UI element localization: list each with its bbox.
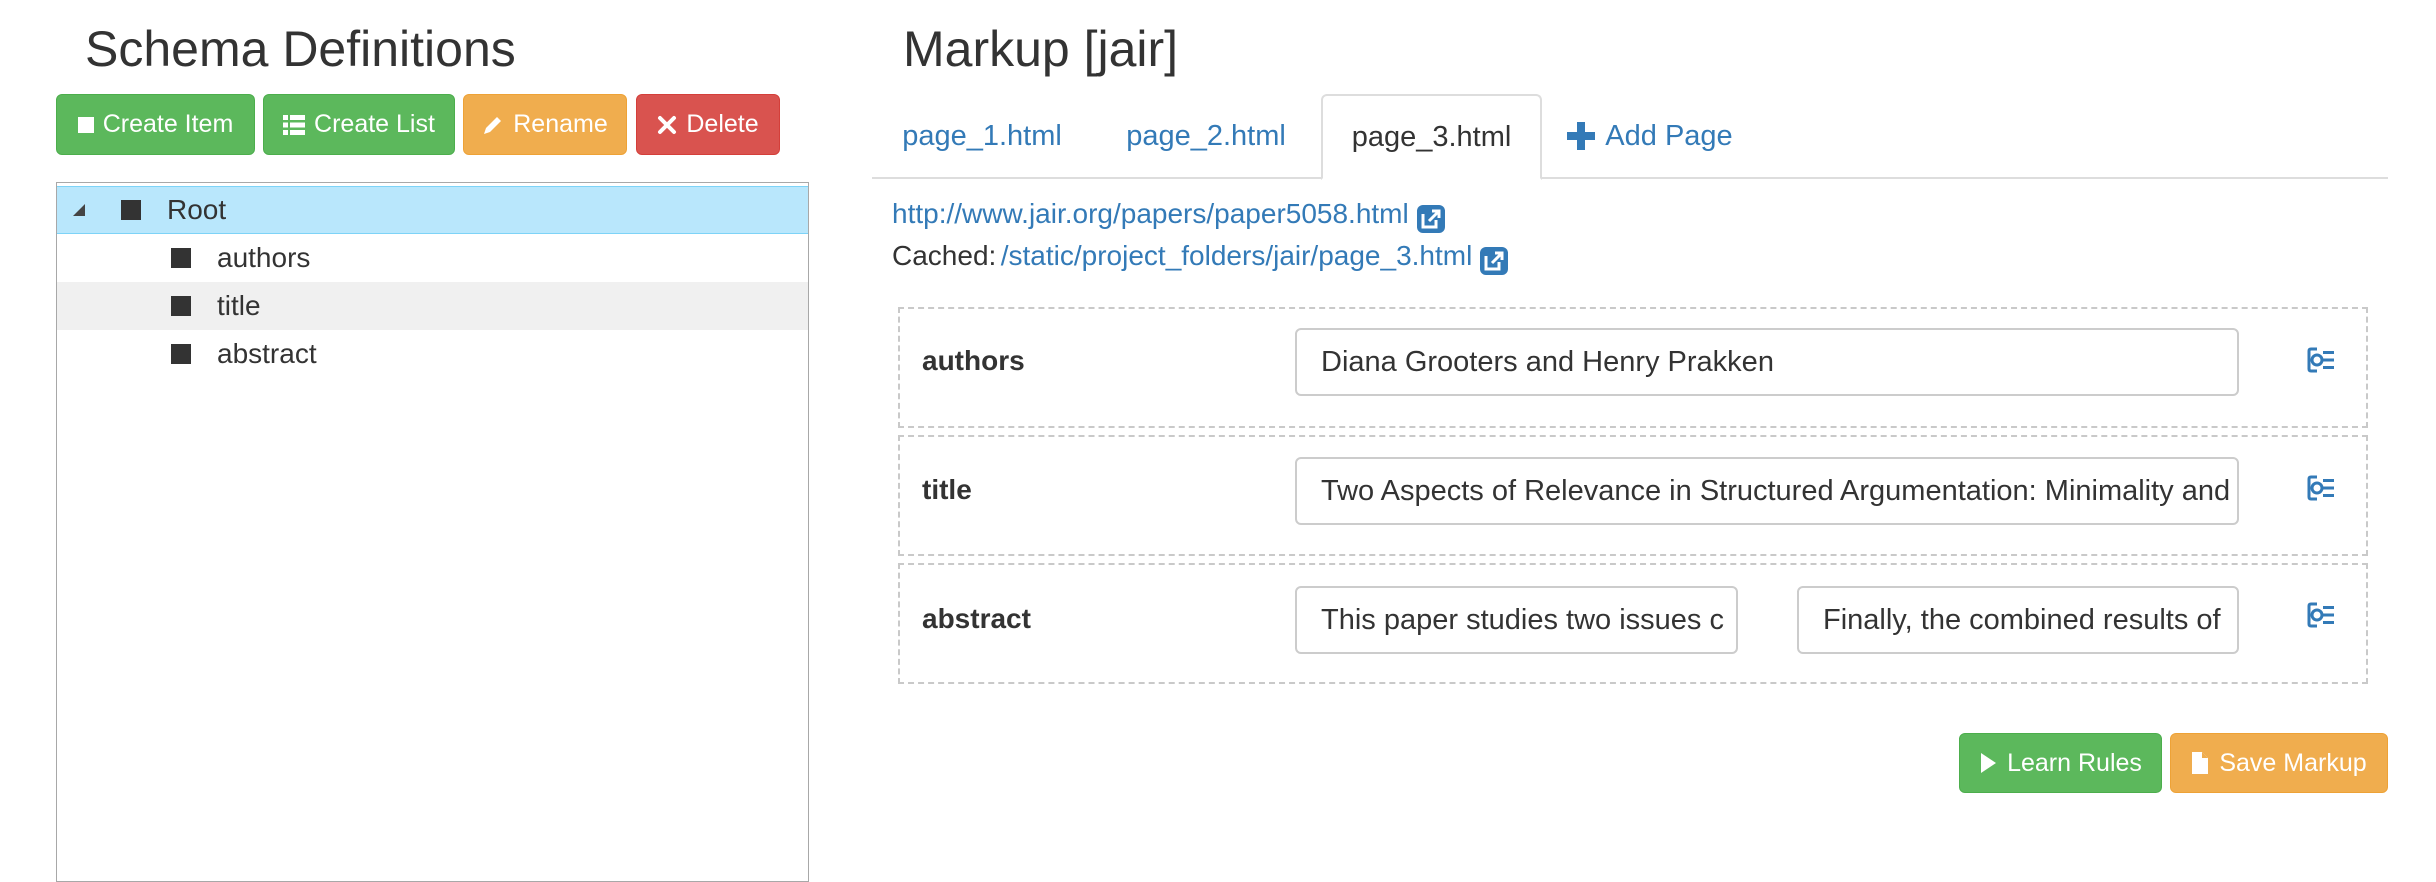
times-icon bbox=[658, 115, 677, 134]
select-element-icon[interactable] bbox=[2306, 473, 2336, 503]
create-item-label: Create Item bbox=[102, 110, 234, 138]
field-label-abstract: abstract bbox=[922, 603, 1031, 634]
external-link-icon[interactable] bbox=[1480, 246, 1509, 275]
rename-label: Rename bbox=[513, 110, 608, 138]
node-square-icon bbox=[121, 200, 141, 220]
tree-node-label: Root bbox=[167, 194, 227, 225]
collapse-toggle-icon[interactable] bbox=[73, 204, 85, 216]
delete-label: Delete bbox=[686, 110, 759, 138]
tree-node-label: abstract bbox=[217, 338, 317, 369]
markup-title: Markup [jair] bbox=[903, 21, 1179, 77]
delete-button[interactable]: Delete bbox=[636, 94, 780, 155]
tree-node-label: authors bbox=[217, 242, 311, 273]
cached-url-row: Cached: /static/project_folders/jair/pag… bbox=[892, 240, 1509, 275]
tree-node-title[interactable]: title bbox=[57, 282, 808, 330]
save-markup-button[interactable]: Save Markup bbox=[2170, 733, 2388, 793]
plus-icon bbox=[1567, 122, 1596, 150]
pencil-icon bbox=[484, 116, 502, 134]
add-page-label: Add Page bbox=[1605, 119, 1733, 152]
select-element-icon[interactable] bbox=[2306, 345, 2336, 375]
cached-label: Cached: bbox=[892, 240, 997, 271]
field-input-abstract-1[interactable]: This paper studies two issues c bbox=[1295, 586, 1738, 654]
node-square-icon bbox=[171, 296, 191, 316]
learn-rules-label: Learn Rules bbox=[2007, 748, 2142, 777]
tree-node-label: title bbox=[217, 290, 261, 321]
schema-tree: Root authors title abstract bbox=[56, 182, 809, 882]
external-link-icon[interactable] bbox=[1416, 204, 1445, 233]
field-input-abstract-2[interactable]: Finally, the combined results of bbox=[1797, 586, 2239, 654]
select-element-icon[interactable] bbox=[2306, 600, 2336, 630]
tree-node-authors[interactable]: authors bbox=[57, 234, 808, 282]
field-label-authors: authors bbox=[922, 345, 1025, 376]
node-square-icon bbox=[171, 248, 191, 268]
node-square-icon bbox=[171, 344, 191, 364]
schema-title: Schema Definitions bbox=[85, 21, 516, 77]
source-url-link[interactable]: http://www.jair.org/papers/paper5058.htm… bbox=[892, 198, 1409, 229]
play-icon bbox=[1981, 753, 1997, 773]
tab-page-3[interactable]: page_3.html bbox=[1321, 94, 1542, 180]
create-list-button[interactable]: Create List bbox=[263, 94, 455, 155]
field-input-authors[interactable]: Diana Grooters and Henry Prakken bbox=[1295, 328, 2239, 396]
file-icon bbox=[2192, 752, 2209, 774]
tab-page-2[interactable]: page_2.html bbox=[1094, 94, 1318, 178]
learn-rules-button[interactable]: Learn Rules bbox=[1959, 733, 2162, 793]
create-list-label: Create List bbox=[314, 110, 435, 138]
cached-url-link[interactable]: /static/project_folders/jair/page_3.html bbox=[1001, 240, 1473, 271]
field-label-title: title bbox=[922, 474, 972, 505]
tree-node-root[interactable]: Root bbox=[57, 186, 808, 234]
field-input-title[interactable]: Two Aspects of Relevance in Structured A… bbox=[1295, 457, 2239, 525]
rename-button[interactable]: Rename bbox=[463, 94, 627, 155]
save-markup-label: Save Markup bbox=[2219, 748, 2367, 777]
list-icon bbox=[283, 114, 306, 135]
add-page-tab[interactable]: Add Page bbox=[1560, 94, 1740, 178]
stop-icon bbox=[77, 116, 94, 133]
tab-page-1[interactable]: page_1.html bbox=[872, 94, 1092, 178]
tree-node-abstract[interactable]: abstract bbox=[57, 330, 808, 378]
source-url-row: http://www.jair.org/papers/paper5058.htm… bbox=[892, 198, 1445, 233]
create-item-button[interactable]: Create Item bbox=[56, 94, 255, 155]
